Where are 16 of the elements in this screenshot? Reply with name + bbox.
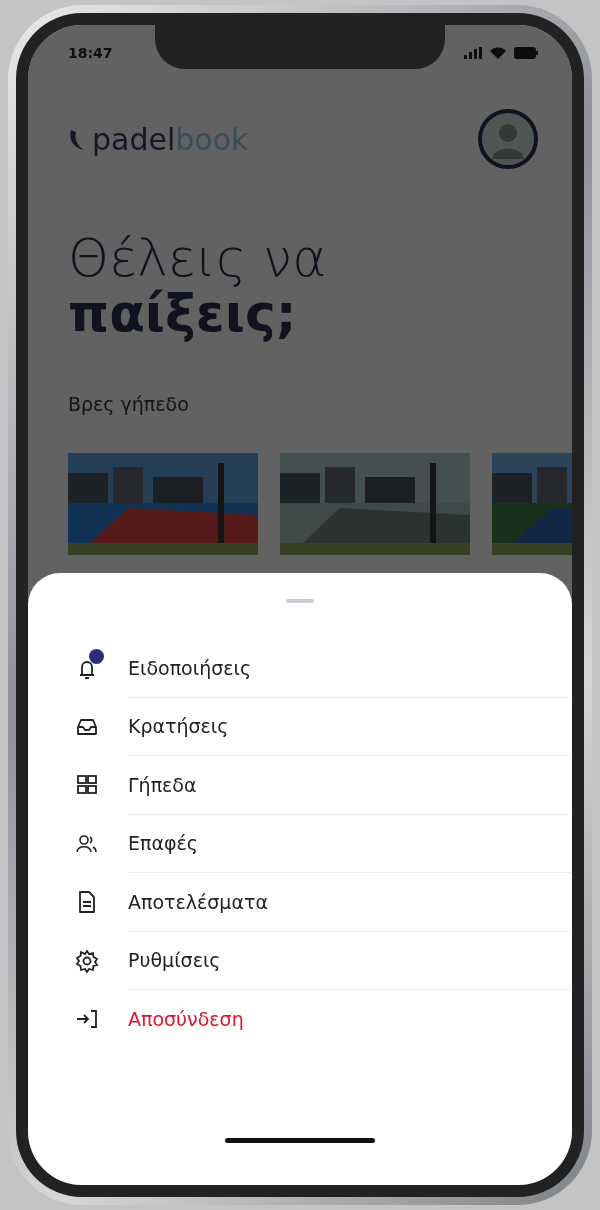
wifi-icon [490, 47, 506, 59]
avatar[interactable] [478, 109, 538, 169]
headline: Θέλεις να [68, 231, 328, 286]
menu-item[interactable]: Αποσύνδεση [128, 1005, 244, 1034]
signal-icon [464, 47, 482, 59]
battery-icon [514, 47, 538, 59]
menu-item[interactable]: Αποτελέσματα [128, 887, 268, 916]
drag-handle[interactable] [286, 599, 314, 603]
menu-item[interactable]: Επαφές [128, 829, 198, 858]
menu-item[interactable]: Γήπεδα [128, 770, 197, 799]
menu-item[interactable]: Ειδοποιήσεις [128, 653, 252, 682]
section-title: Βρες γήπεδο [68, 392, 190, 418]
menu-item[interactable]: Κρατήσεις [128, 712, 229, 741]
status-time: 18:47 [68, 43, 113, 63]
settings-icon [74, 947, 100, 974]
menu-item[interactable]: Ρυθμίσεις [128, 946, 221, 975]
